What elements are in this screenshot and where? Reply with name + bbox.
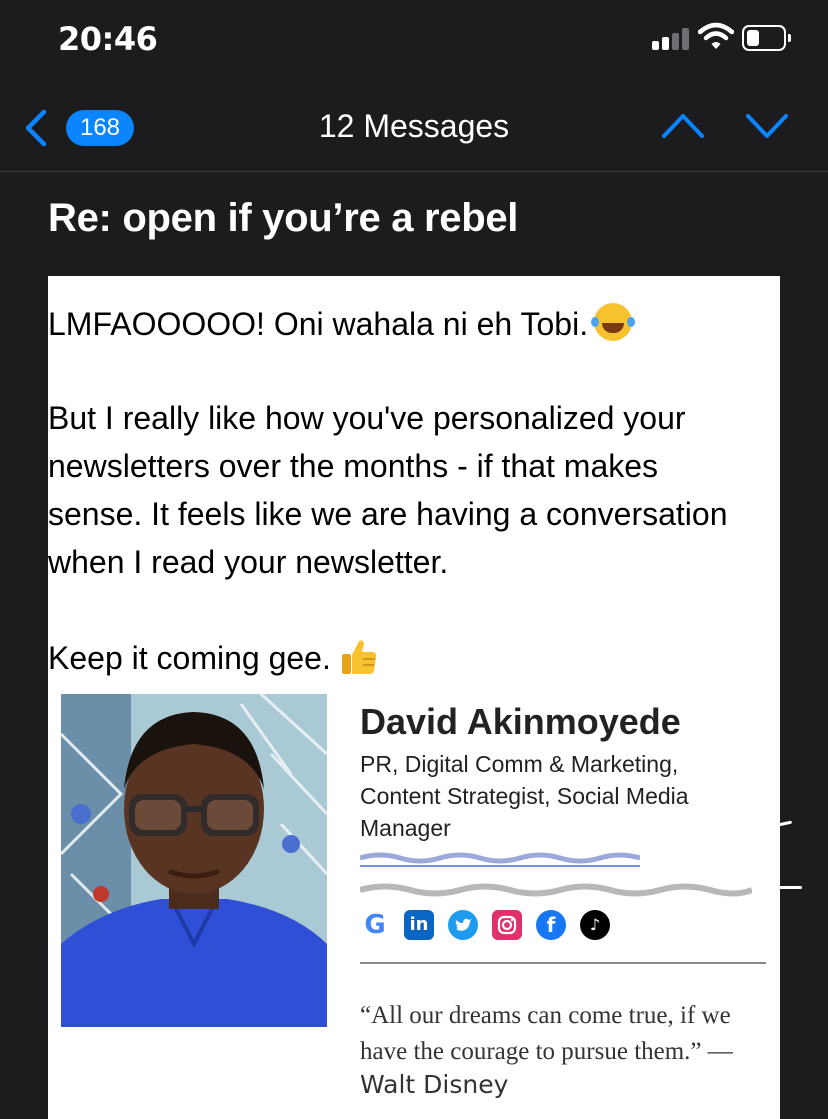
redacted-phone-number — [360, 883, 752, 897]
status-time: 20:46 — [58, 20, 158, 58]
quote-line: have the courage to pursue them.” — — [360, 1038, 733, 1065]
thumbs-up-emoji-icon — [341, 640, 377, 674]
signature-role-line: Manager — [360, 815, 451, 841]
signature-role-line: Content Strategist, Social Media — [360, 783, 689, 809]
signature-divider — [360, 962, 766, 964]
chevron-up-icon[interactable] — [660, 110, 706, 140]
paragraph-1-text: LMFAOOOOO! Oni wahala ni eh Tobi. — [48, 306, 589, 342]
paragraph-3: Keep it coming gee. — [48, 634, 379, 682]
battery-icon — [742, 25, 792, 51]
paragraph-2-line: when I read your newsletter. — [48, 544, 449, 580]
instagram-icon[interactable] — [492, 910, 522, 940]
quote-line: “All our dreams can come true, if we — [360, 1002, 731, 1029]
profile-photo — [61, 694, 327, 1027]
nav-bar: 168 12 Messages — [0, 80, 828, 172]
quote-author: Walt Disney — [360, 1070, 509, 1099]
status-bar: 20:46 — [0, 0, 828, 80]
paragraph-2-line: But I really like how you've personalize… — [48, 400, 686, 436]
tiktok-icon[interactable]: ♪ — [580, 910, 610, 940]
paragraph-2-line: newsletters over the months - if that ma… — [48, 448, 659, 484]
message-subject: Re: open if you’re a rebel — [48, 196, 519, 240]
signature-quote: “All our dreams can come true, if we hav… — [360, 998, 760, 1070]
paragraph-3-text: Keep it coming gee. — [48, 640, 331, 676]
chevron-down-icon[interactable] — [744, 110, 790, 140]
message-body: LMFAOOOOO! Oni wahala ni eh Tobi. But I … — [48, 276, 780, 1119]
paragraph-2: But I really like how you've personalize… — [48, 394, 727, 586]
social-links: G in f ♪ — [360, 910, 610, 940]
signature-name: David Akinmoyede — [360, 701, 681, 742]
redacted-email-link — [360, 852, 640, 867]
google-icon[interactable]: G — [360, 910, 390, 940]
twitter-icon[interactable] — [448, 910, 478, 940]
linkedin-icon[interactable]: in — [404, 910, 434, 940]
redaction-mark — [778, 886, 802, 889]
paragraph-1: LMFAOOOOO! Oni wahala ni eh Tobi. — [48, 300, 633, 348]
wifi-icon — [698, 22, 734, 49]
facebook-icon[interactable]: f — [536, 910, 566, 940]
paragraph-2-line: sense. It feels like we are having a con… — [48, 496, 728, 532]
signature-role: PR, Digital Comm & Marketing, Content St… — [360, 748, 740, 844]
signature-role-line: PR, Digital Comm & Marketing, — [360, 751, 679, 777]
laughing-emoji-icon — [591, 303, 633, 341]
cellular-signal-icon — [652, 28, 692, 50]
